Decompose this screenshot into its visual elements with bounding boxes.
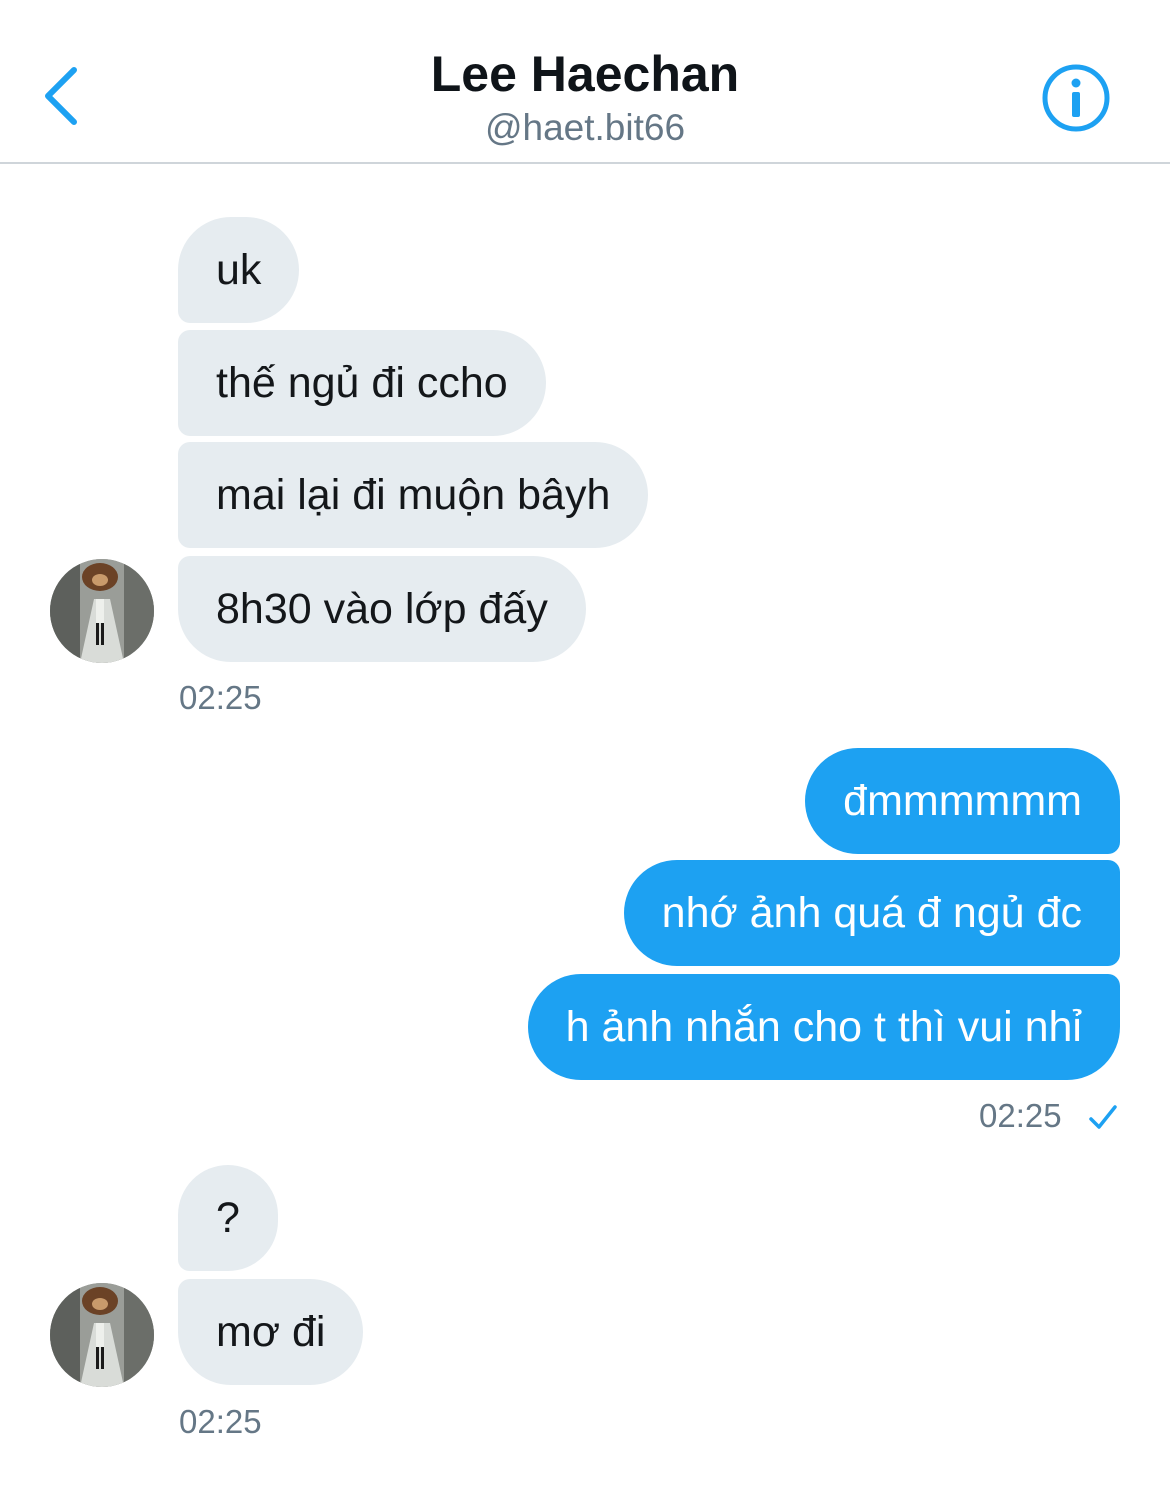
message-timestamp: 02:25: [179, 679, 262, 716]
avatar[interactable]: [50, 559, 154, 663]
info-button[interactable]: [1040, 62, 1112, 134]
message-bubble-incoming[interactable]: thế ngủ đi ccho: [178, 330, 546, 436]
message-bubble-outgoing[interactable]: nhớ ảnh quá đ ngủ đc: [623, 860, 1120, 966]
message-bubble-incoming[interactable]: mơ đi: [178, 1279, 364, 1385]
checkmark-icon: [1086, 1100, 1120, 1134]
avatar-image: [50, 559, 154, 663]
conversation-title[interactable]: Lee Haechan: [0, 44, 1170, 104]
avatar-image: [50, 1283, 154, 1387]
message-timestamp: 02:25: [979, 1097, 1062, 1134]
conversation-header: Lee Haechan @haet.bit66: [0, 0, 1170, 164]
message-bubble-incoming[interactable]: 8h30 vào lớp đấy: [178, 556, 586, 662]
info-circle-icon: [1042, 64, 1110, 132]
message-bubble-incoming[interactable]: mai lại đi muộn bâyh: [178, 442, 649, 548]
message-timestamp: 02:25: [179, 1403, 262, 1440]
message-bubble-outgoing[interactable]: đmmmmmm: [805, 748, 1120, 854]
conversation-handle: @haet.bit66: [484, 107, 686, 148]
message-bubble-outgoing[interactable]: h ảnh nhắn cho t thì vui nhỉ: [527, 974, 1120, 1080]
avatar[interactable]: [50, 1283, 154, 1387]
message-bubble-incoming[interactable]: uk: [178, 217, 300, 323]
message-bubble-incoming[interactable]: ?: [178, 1165, 278, 1271]
